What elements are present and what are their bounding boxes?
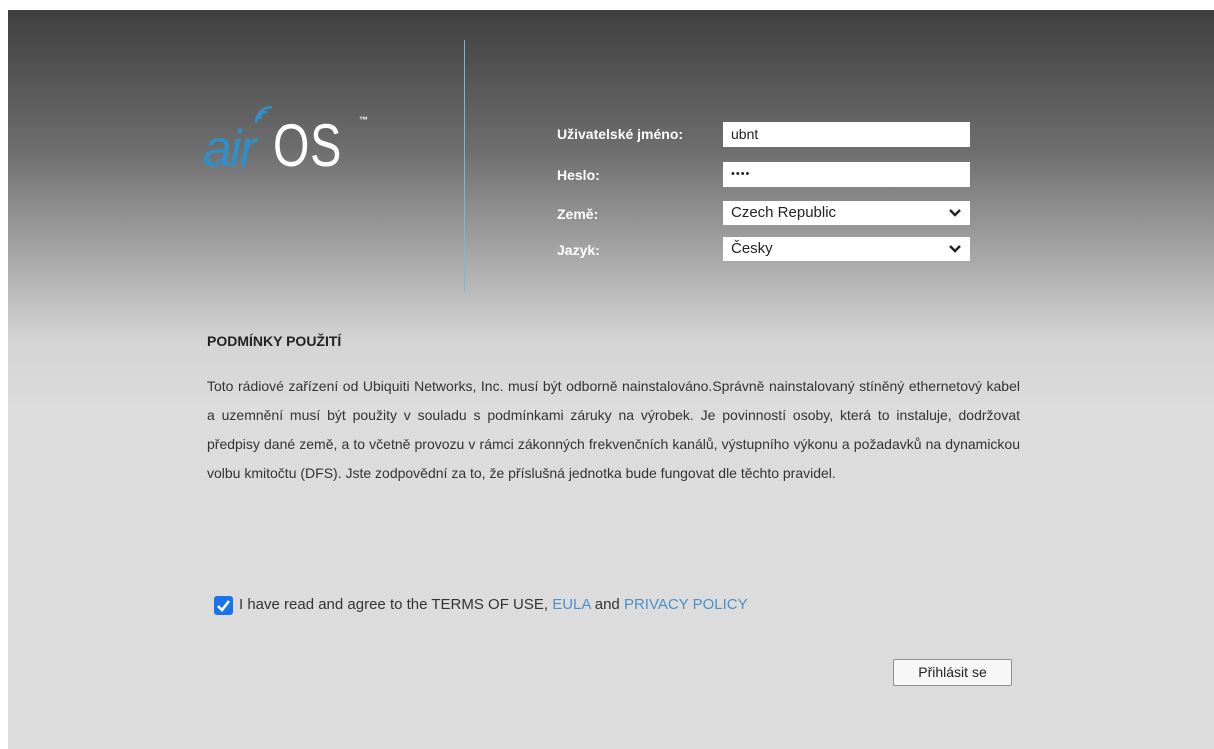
country-label: Země: <box>557 206 599 222</box>
login-button[interactable]: Přihlásit se <box>893 659 1012 686</box>
chevron-down-icon <box>949 209 961 217</box>
airos-logo: air OS ™ <box>203 103 383 183</box>
language-select[interactable]: Česky <box>723 237 970 261</box>
password-label: Heslo: <box>557 167 600 183</box>
eula-link[interactable]: EULA <box>552 596 590 613</box>
country-select-value: Czech Republic <box>731 204 837 221</box>
country-select[interactable]: Czech Republic <box>723 201 970 225</box>
agree-prefix-text: I have read and agree to the TERMS OF US… <box>239 596 553 613</box>
password-input[interactable]: •••• <box>723 162 970 187</box>
language-label: Jazyk: <box>557 242 600 258</box>
agree-checkbox[interactable] <box>214 596 233 615</box>
logo-air-text: air <box>203 120 257 178</box>
checkmark-icon <box>217 600 231 612</box>
username-label: Uživatelské jméno: <box>557 126 684 142</box>
chevron-down-icon <box>949 245 961 253</box>
language-select-value: Česky <box>731 240 773 257</box>
privacy-policy-link[interactable]: PRIVACY POLICY <box>624 596 748 613</box>
divider-line <box>464 40 465 292</box>
terms-body: Toto rádiové zařízení od Ubiquiti Networ… <box>207 378 1020 481</box>
agree-label: I have read and agree to the TERMS OF US… <box>239 594 748 616</box>
username-input[interactable]: ubnt <box>723 122 970 147</box>
logo-trademark: ™ <box>359 115 368 125</box>
terms-title: PODMÍNKY POUŽITÍ <box>207 333 342 349</box>
and-text: and <box>590 596 624 613</box>
logo-os-text: OS <box>273 112 343 179</box>
